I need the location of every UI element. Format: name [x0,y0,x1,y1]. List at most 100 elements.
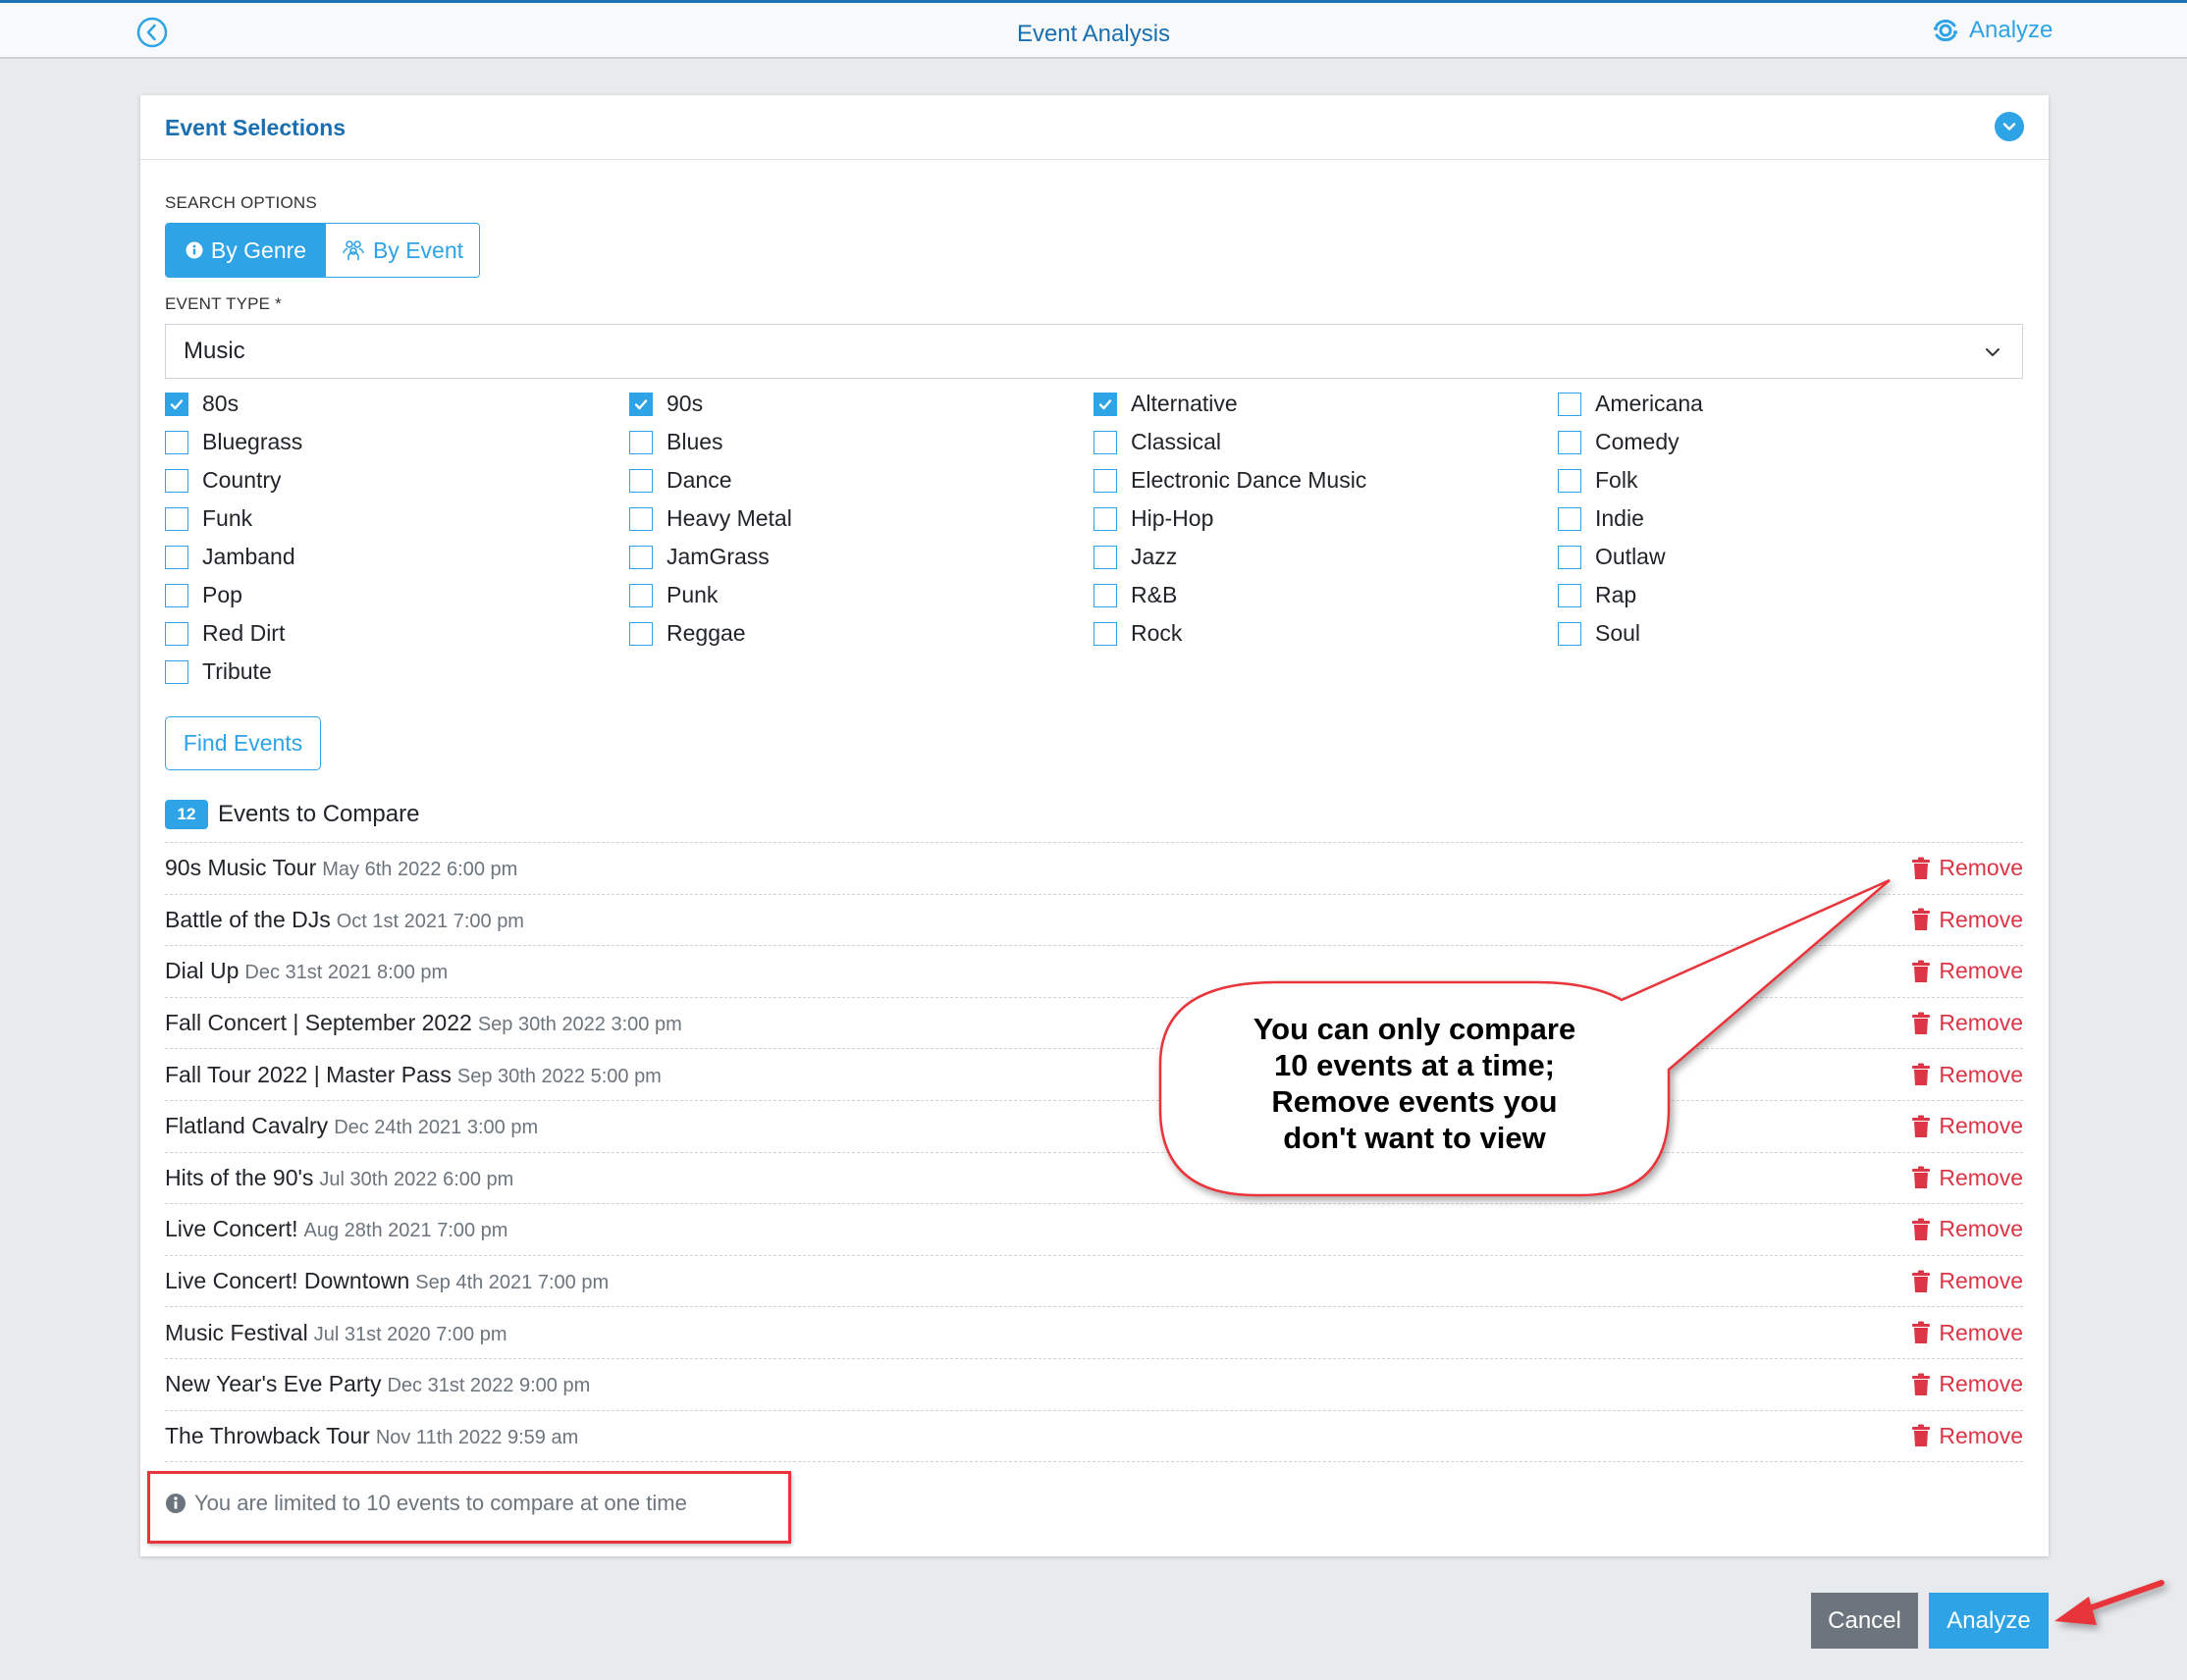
trash-icon [1912,1115,1931,1137]
event-row: Battle of the DJs Oct 1st 2021 7:00 pm Rem… [165,895,2023,947]
genre-checkbox[interactable]: Dance [629,467,731,494]
checkbox-unchecked[interactable] [629,583,653,607]
remove-event-button[interactable]: Remove [1911,1320,2023,1346]
remove-event-button[interactable]: Remove [1911,1268,2023,1294]
genre-checkbox[interactable]: Indie [1558,505,1644,532]
checkbox-unchecked[interactable] [1558,430,1581,454]
event-name: Hits of the 90's [165,1164,314,1190]
checkbox-unchecked[interactable] [1094,430,1117,454]
genre-label: Hip-Hop [1131,505,1214,531]
checkbox-unchecked[interactable] [165,468,188,493]
event-type-label: EVENT TYPE * [165,294,282,313]
genre-checkbox[interactable]: Rap [1558,582,1636,608]
genre-checkbox[interactable]: 80s [165,391,239,417]
genre-label: Jazz [1131,544,1178,569]
genre-checkbox[interactable]: Outlaw [1558,544,1666,570]
checkbox-unchecked[interactable] [165,545,188,569]
checkbox-unchecked[interactable] [1094,583,1117,607]
genre-checkbox[interactable]: Jamband [165,544,295,570]
page-title: Event Analysis [1016,21,1171,47]
checkbox-unchecked[interactable] [165,430,188,454]
genre-checkbox[interactable]: Classical [1094,429,1221,455]
checkbox-unchecked[interactable] [1558,506,1581,531]
checkbox-unchecked[interactable] [1558,583,1581,607]
checkbox-checked[interactable] [629,392,653,416]
trash-icon [1912,1166,1931,1189]
checkmark-icon [170,398,184,409]
analyze-button[interactable]: Analyze [1929,1593,2049,1649]
annotation-arrow [2054,1580,2164,1625]
genre-checkbox[interactable]: Funk [165,505,252,532]
checkbox-unchecked[interactable] [165,659,188,684]
checkbox-checked[interactable] [1094,392,1117,416]
genre-checkbox[interactable]: 90s [629,391,703,417]
event-date: Sep 4th 2021 7:00 pm [415,1272,610,1294]
checkbox-unchecked[interactable] [1094,468,1117,493]
by-event-button[interactable]: By Event [326,224,479,277]
cancel-button[interactable]: Cancel [1811,1593,1918,1649]
checkbox-unchecked[interactable] [165,506,188,531]
checkbox-unchecked[interactable] [629,468,653,493]
callout-line: don't want to view [1283,1121,1546,1155]
event-type-select[interactable]: Music [165,324,2023,379]
genre-checkbox[interactable]: JamGrass [629,544,770,570]
genre-checkbox[interactable]: Tribute [165,658,272,685]
checkbox-unchecked[interactable] [1094,506,1117,531]
genre-checkbox[interactable]: Electronic Dance Music [1094,467,1366,494]
genre-checkbox[interactable]: Alternative [1094,391,1238,417]
genre-checkbox[interactable]: Americana [1558,391,1703,417]
checkbox-unchecked[interactable] [629,545,653,569]
genre-checkbox[interactable]: Bluegrass [165,429,302,455]
remove-event-button[interactable]: Remove [1911,958,2023,984]
remove-event-button[interactable]: Remove [1911,1165,2023,1191]
find-events-button[interactable]: Find Events [165,716,321,770]
annotation-highlight-box [147,1471,791,1544]
checkmark-icon [1098,398,1112,409]
genre-checkbox[interactable]: Hip-Hop [1094,505,1213,532]
genre-checkbox[interactable]: Reggae [629,620,746,647]
checkbox-unchecked[interactable] [1558,468,1581,493]
genre-checkbox[interactable]: Jazz [1094,544,1177,570]
header-analyze-button[interactable]: Analyze [1932,17,2053,44]
event-selections-card: Event Selections SEARCH OPTIONS By Genre [140,95,2049,1556]
remove-event-button[interactable]: Remove [1911,1423,2023,1449]
event-name: Music Festival [165,1319,308,1345]
remove-label: Remove [1939,1268,2023,1294]
checkbox-unchecked[interactable] [165,583,188,607]
remove-label: Remove [1939,1010,2023,1036]
checkbox-unchecked[interactable] [1094,545,1117,569]
checkbox-unchecked[interactable] [629,506,653,531]
genre-checkbox[interactable]: R&B [1094,582,1177,608]
remove-event-button[interactable]: Remove [1911,1062,2023,1088]
by-genre-button[interactable]: By Genre [166,224,326,277]
checkbox-unchecked[interactable] [629,430,653,454]
checkbox-unchecked[interactable] [1094,621,1117,646]
event-name: The Throwback Tour [165,1422,370,1448]
genre-checkbox[interactable]: Comedy [1558,429,1680,455]
checkbox-unchecked[interactable] [1558,545,1581,569]
genre-checkbox[interactable]: Heavy Metal [629,505,792,532]
remove-event-button[interactable]: Remove [1911,1010,2023,1036]
remove-event-button[interactable]: Remove [1911,1371,2023,1397]
checkbox-unchecked[interactable] [1558,392,1581,416]
genre-checkbox[interactable]: Red Dirt [165,620,285,647]
remove-event-button[interactable]: Remove [1911,1113,2023,1139]
genre-checkbox[interactable]: Rock [1094,620,1182,647]
genre-checkbox[interactable]: Folk [1558,467,1637,494]
checkbox-unchecked[interactable] [165,621,188,646]
genre-checkbox[interactable]: Blues [629,429,723,455]
remove-event-button[interactable]: Remove [1911,1216,2023,1242]
remove-event-button[interactable]: Remove [1911,855,2023,881]
checkbox-unchecked[interactable] [629,621,653,646]
genre-label: Heavy Metal [667,505,792,531]
genre-checkbox[interactable]: Soul [1558,620,1640,647]
remove-event-button[interactable]: Remove [1911,907,2023,933]
genre-checkbox[interactable]: Punk [629,582,718,608]
genre-checkbox[interactable]: Country [165,467,282,494]
checkbox-checked[interactable] [165,392,188,416]
remove-label: Remove [1939,1216,2023,1242]
checkbox-unchecked[interactable] [1558,621,1581,646]
genre-checkbox[interactable]: Pop [165,582,242,608]
collapse-button[interactable] [1995,112,2024,141]
genre-label: Blues [667,429,723,454]
